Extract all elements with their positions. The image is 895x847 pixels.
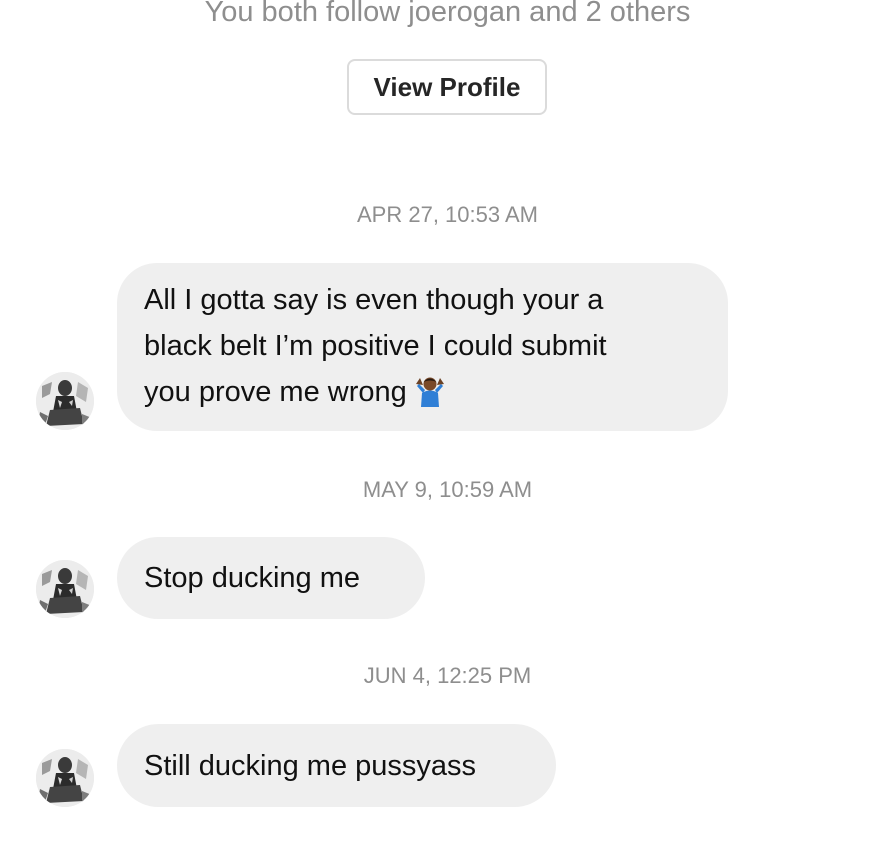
message-bubble[interactable]: Still ducking me pussyass <box>117 724 556 807</box>
message-timestamp: JUN 4, 12:25 PM <box>363 663 532 688</box>
message-timestamp: MAY 9, 10:59 AM <box>362 477 533 502</box>
avatar[interactable] <box>36 372 94 430</box>
avatar-photo <box>36 372 94 430</box>
message-text-line: black belt I’m positive I could submit <box>144 330 607 362</box>
message-bubble[interactable]: Stop ducking me <box>117 537 425 619</box>
avatar[interactable] <box>36 749 94 807</box>
person-shrugging-icon <box>413 373 447 421</box>
message-text: Still ducking me pussyass <box>144 750 477 782</box>
message-bubble[interactable]: All I gotta say is even though your a bl… <box>117 263 728 431</box>
message-text-line: All I gotta say is even though your a <box>144 284 604 316</box>
view-profile-button[interactable]: View Profile <box>347 59 547 115</box>
avatar[interactable] <box>36 560 94 618</box>
avatar-photo <box>36 749 94 807</box>
message-text-line: you prove me wrong <box>144 376 407 408</box>
avatar-photo <box>36 560 94 618</box>
message-text: Stop ducking me <box>144 562 361 594</box>
message-timestamp: APR 27, 10:53 AM <box>357 202 538 227</box>
mutual-followers-text: You both follow joerogan and 2 others <box>204 0 691 28</box>
